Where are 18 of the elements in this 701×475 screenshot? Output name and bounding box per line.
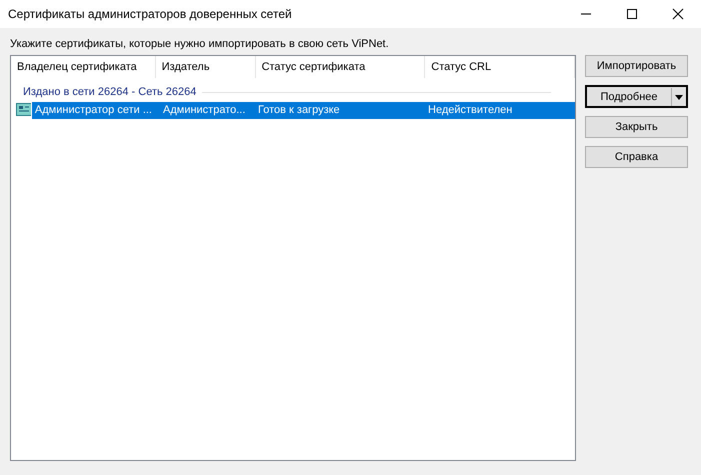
dialog-button[interactable]: Справка [585,146,688,168]
column-header[interactable]: Статус сертификата [256,56,426,78]
group-header: Издано в сети 26264 - Сеть 26264 [23,86,196,98]
certificate-icon [16,103,31,117]
details-split-button[interactable]: Подробнее [585,85,688,108]
table-cell-text: Недействителен [427,104,514,116]
list-row[interactable]: Администратор сети ... Администрато... Готов к загрузке Недействителен [32,102,575,118]
table-cell-text: Готов к загрузке [257,104,341,116]
window-title: Сертификаты администраторов доверенных сетей [8,7,292,21]
column-header[interactable]: Статус CRL [425,56,575,78]
table-cell-text: Администратор сети ... [34,104,153,116]
dialog-button[interactable]: Закрыть [585,116,688,138]
column-header[interactable]: Владелец сертификата [11,56,156,78]
table-cell-text: Администрато... [162,104,246,116]
instruction-text: Укажите сертификаты, которые нужно импортировать в свою сеть ViPNet. [10,37,390,52]
dialog-button[interactable]: Импортировать [585,55,688,77]
caret-icon[interactable] [671,88,686,106]
column-header[interactable]: Издатель [156,56,256,78]
